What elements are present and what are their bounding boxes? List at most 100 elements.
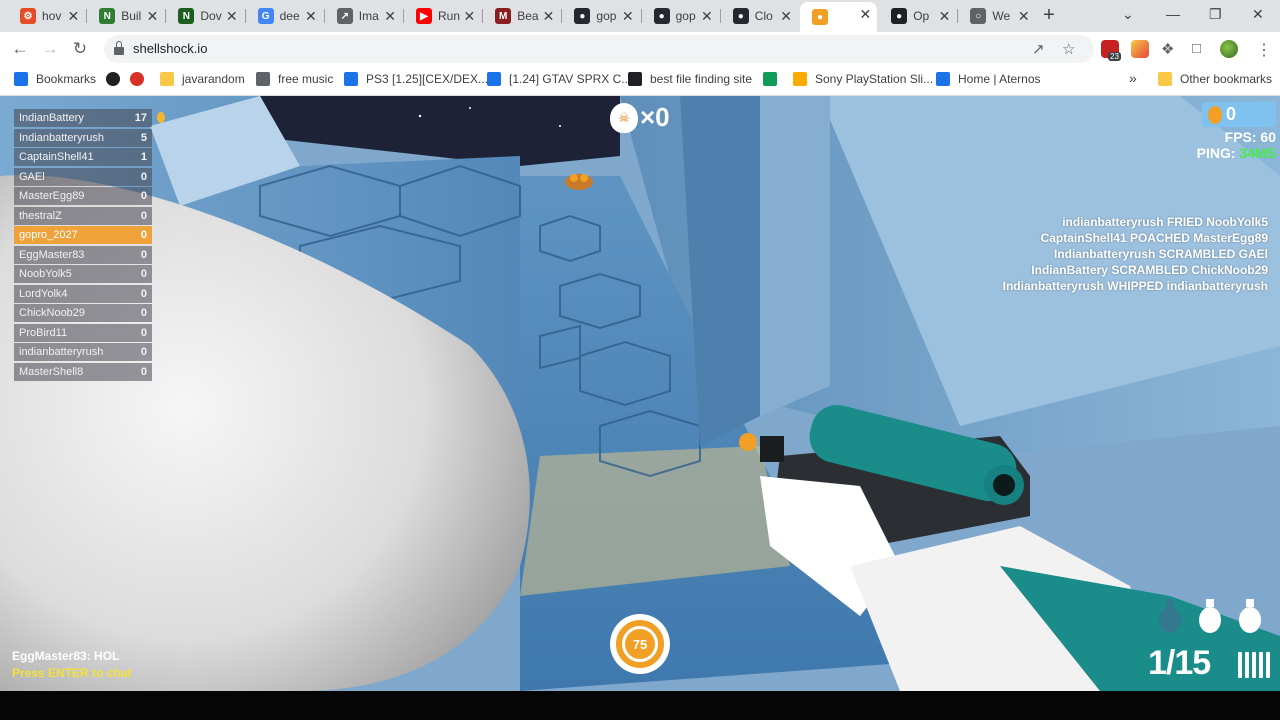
star-icon bbox=[14, 72, 28, 86]
browser-menu-button[interactable]: ⋮ bbox=[1256, 40, 1272, 60]
player-score: 0 bbox=[140, 170, 147, 183]
browser-toolbar: ← → ↻ shellshock.io ↗ ☆ 23 ❖ □ ⋮ bbox=[0, 32, 1280, 66]
bookmark-9[interactable]: Sony PlayStation Sli... bbox=[793, 72, 933, 86]
tab-close-icon[interactable]: ✕ bbox=[622, 8, 634, 24]
player-name: gopro_2027 bbox=[19, 229, 78, 241]
leaderboard-row-self: gopro_2027 0 bbox=[14, 226, 152, 244]
bookmark-label: Sony PlayStation Sli... bbox=[815, 72, 934, 86]
bookmark-7[interactable]: best file finding site bbox=[628, 72, 752, 86]
tab-title: Op bbox=[913, 9, 930, 23]
player-name: MasterEgg89 bbox=[19, 190, 85, 202]
player-name: NoobYolk5 bbox=[19, 268, 72, 280]
leaderboard-row: CaptainShell41 1 bbox=[14, 148, 152, 166]
lock-icon[interactable] bbox=[114, 41, 124, 55]
tab-close-icon[interactable]: ✕ bbox=[384, 8, 396, 24]
kill-feed-entry: CaptainShell41 POACHED MasterEgg89 bbox=[1040, 231, 1268, 245]
player-name: EggMaster83 bbox=[19, 248, 85, 261]
bookmark-4[interactable]: free music bbox=[256, 72, 333, 86]
bookmark-1[interactable] bbox=[106, 72, 128, 86]
player-score: 0 bbox=[140, 346, 147, 358]
game-viewport[interactable]: IndianBattery 17 Indianbatteryrush 5 Captain… bbox=[0, 96, 1280, 691]
tab-close-icon[interactable]: ✕ bbox=[543, 8, 555, 24]
player-name: indianbatteryrush bbox=[19, 346, 104, 358]
kill-feed-entry: Indianbatteryrush WHIPPED indianbatteryr… bbox=[1002, 279, 1268, 293]
game-scene[interactable] bbox=[0, 96, 1280, 691]
extension-color-icon[interactable] bbox=[1131, 40, 1149, 58]
tab-4[interactable]: ↗ Ima ✕ bbox=[325, 4, 402, 28]
tab-favicon-icon: N bbox=[178, 8, 195, 24]
tab-7[interactable]: ● gop ✕ bbox=[562, 4, 639, 28]
tab-8[interactable]: ● gop ✕ bbox=[642, 4, 719, 28]
bookmark-5[interactable]: PS3 [1.25][CEX/DEX... bbox=[344, 72, 488, 86]
close-window-button[interactable]: ✕ bbox=[1252, 6, 1264, 23]
bookmark-2[interactable] bbox=[130, 72, 152, 86]
player-name: ProBird11 bbox=[19, 326, 68, 339]
tab-5[interactable]: ▶ Run ✕ bbox=[404, 4, 481, 28]
leaderboard-row: GAEl 0 bbox=[14, 167, 152, 186]
bottom-bar bbox=[0, 691, 1280, 720]
tab-close-icon[interactable]: ✕ bbox=[305, 8, 317, 24]
player-score: 0 bbox=[140, 326, 147, 339]
leaderboard-row: IndianBattery 17 bbox=[14, 109, 152, 127]
new-tab-button[interactable]: + bbox=[1038, 5, 1060, 27]
tab-1[interactable]: N Buil ✕ bbox=[87, 4, 164, 28]
player-name: thestralZ bbox=[19, 209, 62, 222]
kill-streak-counter: ☠ ×0 bbox=[610, 102, 670, 133]
leaderboard-row: ChickNoob29 0 bbox=[14, 304, 152, 322]
coin-icon bbox=[1208, 105, 1222, 124]
tab-12[interactable]: ○ We ✕ bbox=[958, 4, 1035, 28]
tab-close-icon[interactable]: ✕ bbox=[859, 6, 871, 22]
maximize-button[interactable]: ❐ bbox=[1209, 6, 1222, 23]
address-bar[interactable]: shellshock.io ↗ ☆ bbox=[104, 35, 1094, 63]
share-icon[interactable]: ↗ bbox=[1032, 40, 1045, 58]
tab-favicon-icon: ⚙ bbox=[20, 8, 36, 24]
tab-title: gop bbox=[675, 9, 696, 23]
tab-9[interactable]: ● Clo ✕ bbox=[721, 4, 798, 28]
kill-feed-entry: IndianBattery SCRAMBLED ChickNoob29 bbox=[1031, 263, 1268, 277]
tab-close-icon[interactable]: ✕ bbox=[463, 8, 475, 24]
tab-10[interactable]: ● ✕ bbox=[800, 2, 878, 32]
tab-3[interactable]: Gdee ✕ bbox=[246, 4, 323, 28]
player-score: 0 bbox=[140, 229, 147, 241]
tab-close-icon[interactable]: ✕ bbox=[147, 8, 159, 24]
bookmark-3[interactable]: javarandom bbox=[160, 72, 245, 86]
folder-icon bbox=[160, 72, 174, 86]
tab-close-icon[interactable]: ✕ bbox=[701, 8, 713, 24]
player-score: 0 bbox=[140, 190, 147, 202]
forward-button[interactable]: → bbox=[39, 38, 61, 60]
grid-icon bbox=[936, 72, 950, 86]
tab-0[interactable]: ⚙ hov ✕ bbox=[8, 4, 85, 28]
other-bookmarks-folder[interactable]: Other bookmarks bbox=[1158, 72, 1272, 86]
minimize-button[interactable]: — bbox=[1166, 6, 1180, 22]
bookmark-6[interactable]: [1.24] GTAV SPRX C... bbox=[487, 72, 631, 86]
tab-close-icon[interactable]: ✕ bbox=[1018, 8, 1030, 24]
tab-6[interactable]: M Bea ✕ bbox=[483, 4, 560, 28]
tab-close-icon[interactable]: ✕ bbox=[226, 8, 238, 24]
extensions-puzzle-icon[interactable]: ❖ bbox=[1161, 40, 1174, 58]
profile-avatar[interactable] bbox=[1220, 40, 1238, 58]
player-score: 0 bbox=[140, 287, 147, 300]
tab-title: Dov bbox=[200, 9, 222, 23]
kill-feed-entry: Indianbatteryrush SCRAMBLED GAEl bbox=[1053, 247, 1268, 261]
back-button[interactable]: ← bbox=[9, 38, 31, 60]
tab-close-icon[interactable]: ✕ bbox=[780, 8, 792, 24]
leaderboard-row: Indianbatteryrush 5 bbox=[14, 128, 152, 147]
bookmark-0[interactable]: Bookmarks bbox=[14, 72, 96, 86]
bookmark-star-icon[interactable]: ☆ bbox=[1062, 40, 1075, 58]
leaderboard-row: LordYolk4 0 bbox=[14, 284, 152, 303]
bookmark-8[interactable] bbox=[763, 72, 785, 86]
bookmark-10[interactable]: Home | Aternos bbox=[936, 72, 1041, 86]
bookmarks-bar: Bookmarks javarandom free music PS3 [1.25][… bbox=[0, 66, 1280, 96]
bookmarks-overflow-button[interactable]: » bbox=[1129, 70, 1137, 86]
tab-close-icon[interactable]: ✕ bbox=[939, 8, 951, 24]
tab-2[interactable]: N Dov ✕ bbox=[166, 4, 243, 28]
tab-11[interactable]: ● Op ✕ bbox=[879, 4, 956, 28]
url-text[interactable]: shellshock.io bbox=[133, 41, 207, 56]
site-icon bbox=[763, 72, 777, 86]
tab-close-icon[interactable]: ✕ bbox=[67, 8, 79, 24]
leaderboard-row: indianbatteryrush 0 bbox=[14, 343, 152, 361]
reload-button[interactable]: ↻ bbox=[69, 38, 91, 60]
side-panel-icon[interactable]: □ bbox=[1192, 40, 1201, 57]
fps-readout: FPS: 60 bbox=[1225, 129, 1276, 145]
tab-search-button[interactable]: ⌄ bbox=[1122, 6, 1134, 23]
